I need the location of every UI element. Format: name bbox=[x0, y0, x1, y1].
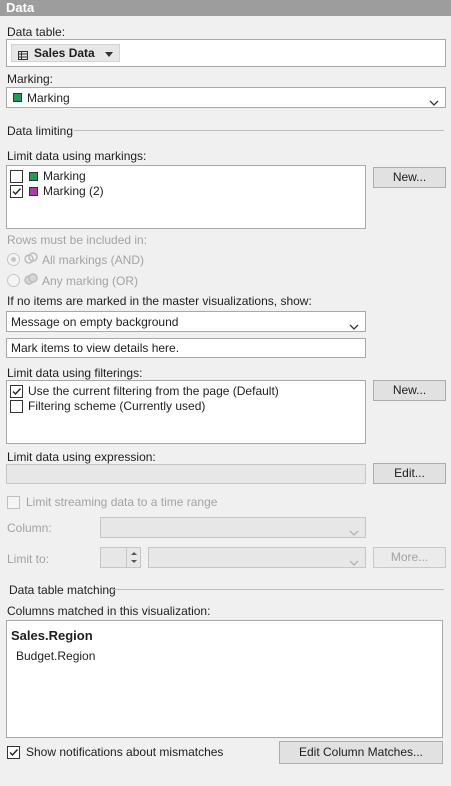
chevron-down-icon bbox=[429, 95, 439, 109]
chevron-down-icon bbox=[349, 319, 359, 333]
marking-1-color-swatch bbox=[29, 171, 38, 181]
list-item[interactable]: Marking (2) bbox=[10, 184, 104, 198]
empty-message-value: Mark items to view details here. bbox=[11, 341, 180, 355]
section-divider bbox=[74, 130, 444, 131]
any-marking-radio[interactable] bbox=[7, 274, 20, 287]
list-item[interactable]: Use the current filtering from the page … bbox=[10, 384, 279, 398]
streaming-label: Limit streaming data to a time range bbox=[26, 495, 218, 509]
new-filtering-button[interactable]: New... bbox=[373, 380, 446, 401]
link-or-icon bbox=[24, 272, 38, 289]
filterings-label: Limit data using filterings: bbox=[7, 366, 143, 380]
marking-2-color-swatch bbox=[29, 186, 38, 196]
notify-mismatch-label: Show notifications about mismatches bbox=[26, 745, 224, 759]
list-item[interactable]: Marking bbox=[10, 169, 86, 183]
data-limiting-title: Data limiting bbox=[7, 124, 74, 138]
all-markings-option[interactable]: All markings (AND) bbox=[7, 251, 144, 268]
marking-label: Marking: bbox=[7, 72, 54, 86]
limit-to-label: Limit to: bbox=[7, 552, 50, 566]
column-dropdown[interactable] bbox=[100, 517, 366, 538]
data-table-selector[interactable]: Sales Data bbox=[11, 44, 120, 62]
empty-message-input[interactable]: Mark items to view details here. bbox=[6, 338, 366, 358]
chevron-down-icon bbox=[349, 525, 359, 539]
all-markings-label: All markings (AND) bbox=[42, 252, 145, 267]
section-divider bbox=[112, 589, 444, 590]
marking-2-checkbox[interactable] bbox=[10, 184, 23, 198]
markings-list: Marking Marking (2) bbox=[6, 165, 366, 229]
filtering-2-checkbox[interactable] bbox=[10, 399, 23, 413]
expression-field bbox=[6, 464, 366, 484]
link-and-icon bbox=[24, 251, 38, 268]
rows-included-label: Rows must be included in: bbox=[7, 233, 148, 247]
marking-dropdown[interactable]: Marking bbox=[6, 87, 446, 108]
primary-column: Sales.Region bbox=[11, 628, 93, 643]
filtering-2-label: Filtering scheme (Currently used) bbox=[28, 399, 206, 413]
chevron-down-icon bbox=[349, 555, 359, 569]
columns-matched-label: Columns matched in this visualization: bbox=[7, 604, 211, 618]
expression-label: Limit data using expression: bbox=[7, 450, 156, 464]
filtering-1-label: Use the current filtering from the page … bbox=[28, 384, 279, 398]
marking-2-label: Marking (2) bbox=[43, 184, 104, 198]
data-table-field: Sales Data bbox=[6, 39, 446, 67]
marking-color-swatch bbox=[13, 93, 22, 102]
limit-stepper[interactable] bbox=[100, 547, 141, 568]
empty-behavior-value: Message on empty background bbox=[11, 314, 179, 329]
edit-expression-button[interactable]: Edit... bbox=[373, 463, 446, 484]
marking-1-label: Marking bbox=[43, 169, 86, 183]
limit-unit-dropdown[interactable] bbox=[148, 547, 366, 568]
all-markings-radio[interactable] bbox=[7, 253, 20, 266]
caret-down-icon bbox=[104, 46, 113, 60]
marking-value: Marking bbox=[27, 90, 70, 105]
checkmark-icon bbox=[9, 748, 19, 756]
data-table-label: Data table: bbox=[7, 25, 66, 39]
columns-matched-list: Sales.Region Budget.Region bbox=[6, 620, 443, 738]
checkmark-icon bbox=[12, 387, 22, 395]
streaming-checkbox[interactable] bbox=[7, 495, 20, 509]
secondary-column: Budget.Region bbox=[16, 649, 96, 663]
column-label: Column: bbox=[7, 521, 52, 535]
marking-1-checkbox[interactable] bbox=[10, 169, 23, 183]
any-marking-label: Any marking (OR) bbox=[42, 273, 139, 288]
checkmark-icon bbox=[12, 187, 22, 195]
markings-label: Limit data using markings: bbox=[7, 149, 147, 163]
more-button[interactable]: More... bbox=[373, 547, 446, 568]
filtering-1-checkbox[interactable] bbox=[10, 384, 23, 398]
table-icon bbox=[18, 49, 28, 60]
filterings-list: Use the current filtering from the page … bbox=[6, 380, 366, 444]
data-table-value: Sales Data bbox=[34, 46, 95, 60]
empty-behavior-dropdown[interactable]: Message on empty background bbox=[6, 311, 366, 332]
list-item[interactable]: Filtering scheme (Currently used) bbox=[10, 399, 205, 413]
empty-master-label: If no items are marked in the master vis… bbox=[7, 294, 312, 308]
edit-column-matches-button[interactable]: Edit Column Matches... bbox=[279, 741, 443, 764]
notify-mismatch-option[interactable]: Show notifications about mismatches bbox=[7, 745, 223, 759]
spinner-arrows-icon bbox=[131, 552, 137, 563]
streaming-option[interactable]: Limit streaming data to a time range bbox=[7, 495, 217, 509]
table-matching-title: Data table matching bbox=[9, 583, 116, 597]
notify-mismatch-checkbox[interactable] bbox=[7, 745, 20, 759]
any-marking-option[interactable]: Any marking (OR) bbox=[7, 272, 138, 289]
new-marking-button[interactable]: New... bbox=[373, 167, 446, 188]
panel-header: Data bbox=[0, 0, 451, 16]
